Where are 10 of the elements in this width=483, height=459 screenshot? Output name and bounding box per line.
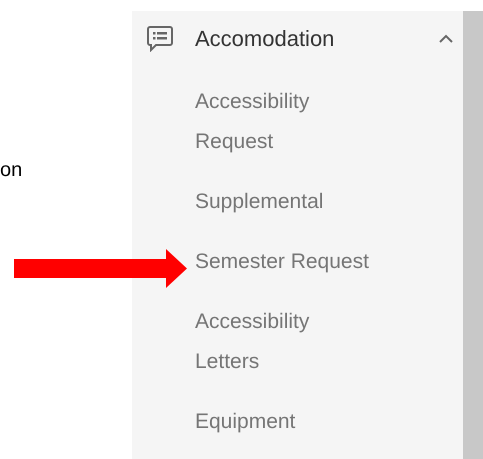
message-list-icon xyxy=(147,24,173,52)
caret-icon xyxy=(439,34,453,42)
menu-item[interactable]: Accessibility Request xyxy=(195,82,373,162)
section-header[interactable]: Accomodation xyxy=(132,11,463,65)
menu-item[interactable]: Semester Request xyxy=(195,242,373,282)
menu-item[interactable]: Accessibility Letters xyxy=(195,302,373,382)
menu-item[interactable]: Supplemental xyxy=(195,182,373,222)
scrollbar[interactable] xyxy=(463,11,483,459)
menu-item[interactable]: Equipment xyxy=(195,402,373,442)
page-text: on xyxy=(0,159,22,181)
